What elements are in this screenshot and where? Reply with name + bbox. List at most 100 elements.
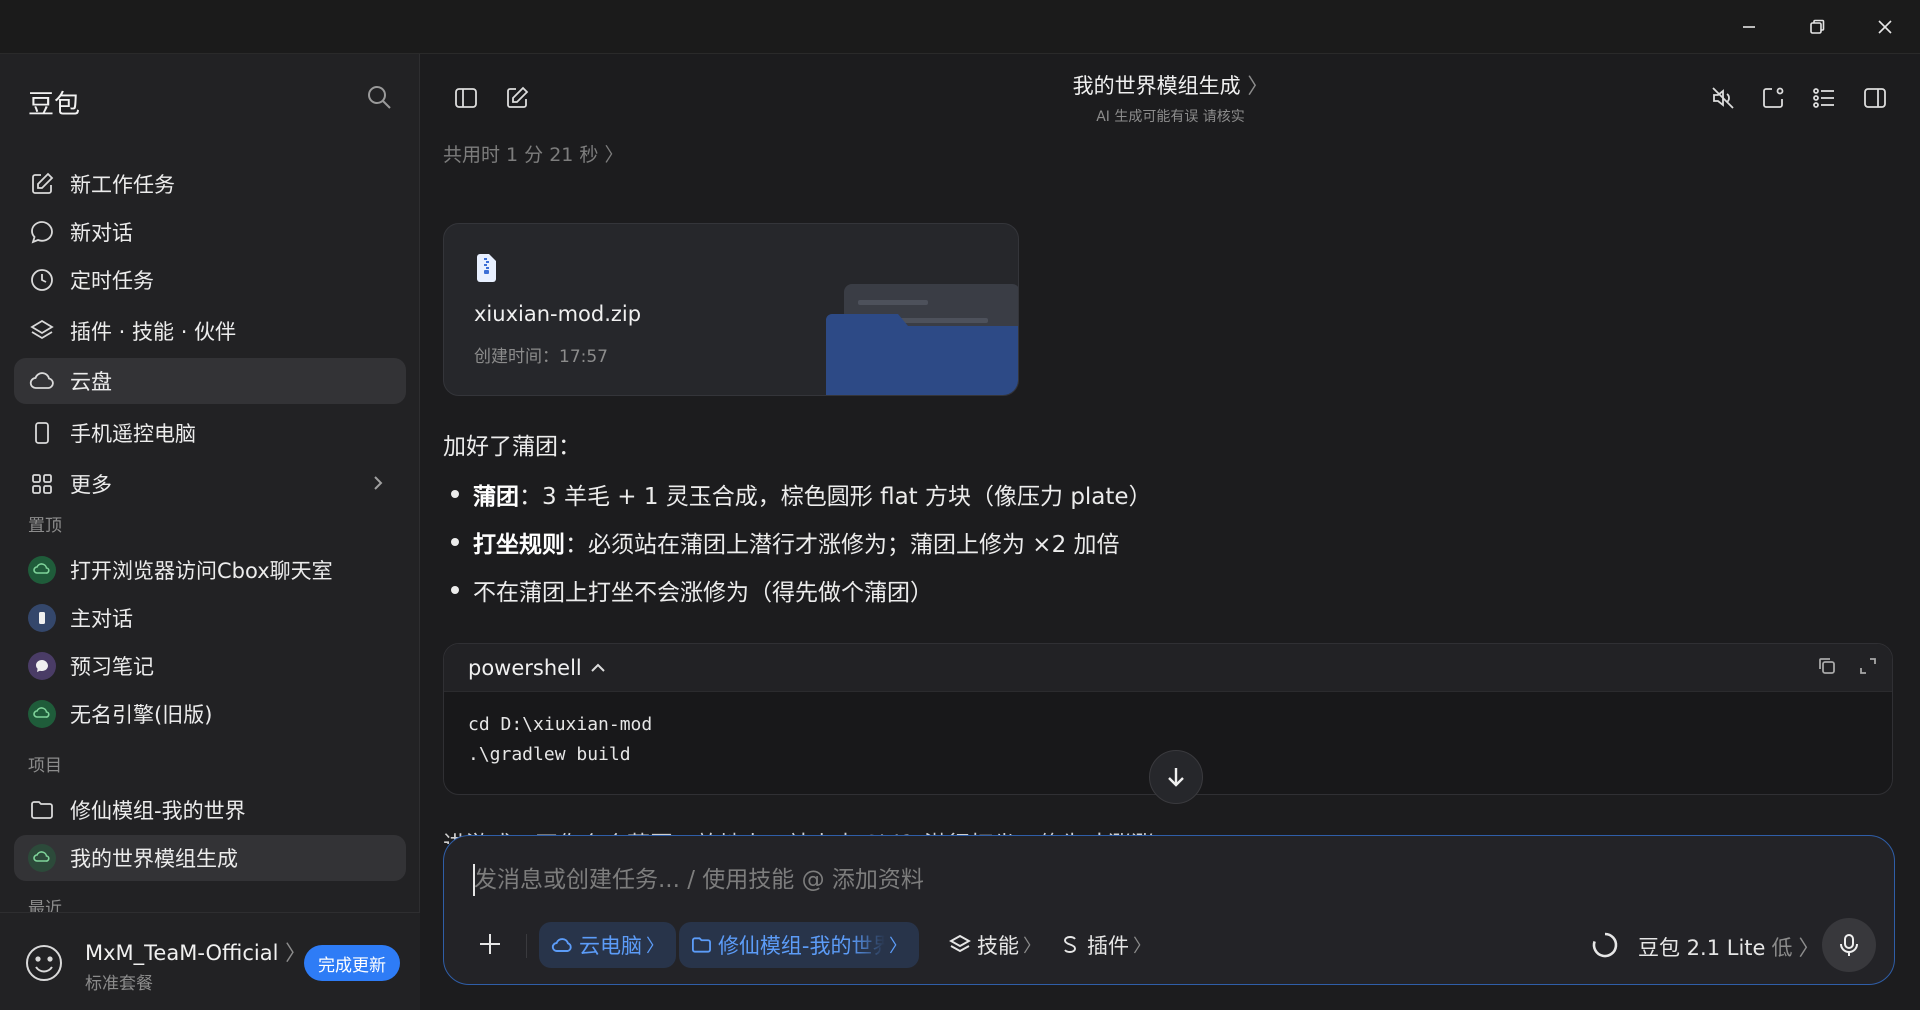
chat-avatar-icon: [28, 556, 56, 584]
nav-cloud-drive[interactable]: 云盘: [14, 358, 406, 404]
chat-avatar-icon: [28, 652, 56, 680]
plugins-chip[interactable]: 插件〉: [1047, 922, 1163, 968]
add-attachment-button[interactable]: [472, 926, 508, 962]
nav-phone-remote[interactable]: 手机遥控电脑: [14, 410, 406, 456]
title-bar: [0, 0, 1920, 54]
elapsed-time[interactable]: 共用时 1 分 21 秒 〉: [443, 140, 623, 167]
project-chip[interactable]: 修仙模组-我的世界〉: [679, 922, 919, 968]
nav-new-chat[interactable]: 新对话: [14, 209, 406, 255]
microphone-icon: [1840, 934, 1858, 956]
pinned-item-label: 预习笔记: [70, 655, 154, 679]
model-selector[interactable]: 豆包 2.1 Lite 低〉: [1638, 932, 1819, 962]
project-item-label: 修仙模组-我的世界: [70, 799, 246, 823]
pinned-item[interactable]: 打开浏览器访问Cbox聊天室: [14, 547, 406, 593]
chat-avatar-icon: [28, 700, 56, 728]
nav-label: 新工作任务: [70, 173, 175, 197]
phone-icon: [28, 419, 56, 447]
nav-scheduled-tasks[interactable]: 定时任务: [14, 257, 406, 303]
nav-label: 定时任务: [70, 269, 154, 293]
smiley-avatar-icon[interactable]: [24, 943, 64, 983]
folder-illustration-icon: [826, 284, 1018, 395]
pinned-item[interactable]: 无名引擎(旧版): [14, 691, 406, 737]
folder-icon: [28, 796, 56, 824]
grid-icon: [28, 470, 56, 498]
bullet-item: 蒲团 ：3 羊毛 + 1 灵玉合成，棕色圆形 flat 方块（像压力 plate）: [443, 477, 1152, 511]
conversation-title[interactable]: 我的世界模组生成 〉: [421, 70, 1920, 100]
section-label-pinned: 置顶: [28, 516, 62, 536]
sidebar-search-button[interactable]: [366, 84, 396, 114]
nav-label: 新对话: [70, 221, 133, 245]
copy-code-button[interactable]: [1817, 656, 1841, 680]
user-plan: 标准套餐: [85, 974, 153, 994]
chat-bubble-icon: [28, 218, 56, 246]
nav-label: 插件 · 技能 · 伙伴: [70, 320, 237, 344]
bullet-item: 打坐规则 ：必须站在蒲团上潜行才涨修为；蒲团上修为 ×2 加倍: [443, 525, 1120, 559]
code-block-header: powershell: [444, 644, 1892, 692]
close-button[interactable]: [1850, 0, 1920, 54]
restore-icon: [1810, 19, 1825, 34]
layers-icon: [949, 934, 971, 953]
chat-avatar-icon: [28, 844, 56, 872]
nav-label: 手机遥控电脑: [70, 422, 196, 446]
close-icon: [1878, 20, 1892, 34]
pinned-item[interactable]: 主对话: [14, 595, 406, 641]
panel-right-icon: [1864, 88, 1886, 108]
code-line: cd D:\xiuxian-mod: [468, 714, 653, 735]
plus-icon: [480, 934, 500, 954]
folder-icon: [691, 937, 711, 953]
sidebar: 豆包 新工作任务 新对话 定时任务 插件 · 技能 · 伙伴 云盘 手机遥控电脑…: [0, 54, 420, 1010]
cloud-icon: [551, 938, 572, 952]
nav-more[interactable]: 更多: [14, 461, 406, 507]
chevron-right-icon: [368, 473, 388, 493]
search-icon: [368, 86, 391, 109]
pinned-item-label: 无名引擎(旧版): [70, 703, 213, 727]
section-label-projects: 项目: [28, 756, 62, 776]
message-input[interactable]: [474, 864, 1774, 896]
edit-icon: [28, 170, 56, 198]
project-item-label: 我的世界模组生成: [70, 847, 238, 871]
expand-code-button[interactable]: [1858, 656, 1882, 680]
minimize-button[interactable]: [1714, 0, 1784, 54]
list-icon: [1813, 88, 1834, 108]
copy-icon: [1819, 658, 1835, 674]
cloud-pc-chip[interactable]: 云电脑〉: [539, 922, 676, 968]
share-button[interactable]: [1757, 82, 1789, 114]
file-attachment-card[interactable]: xiuxian-mod.zip 创建时间：17:57: [443, 223, 1019, 396]
share-icon: [1763, 87, 1784, 108]
pinned-item-label: 打开浏览器访问Cbox聊天室: [70, 559, 333, 583]
response-intro: 加好了蒲团：: [443, 434, 581, 460]
zip-file-icon: [477, 254, 496, 282]
nav-plugins-skills[interactable]: 插件 · 技能 · 伙伴: [14, 308, 406, 354]
clock-icon: [28, 266, 56, 294]
nav-label: 云盘: [70, 370, 112, 394]
loading-spinner-icon: [1590, 930, 1620, 960]
plugin-icon: [1064, 936, 1076, 953]
complete-update-button[interactable]: 完成更新: [304, 945, 400, 981]
code-line: .\gradlew build: [468, 744, 631, 765]
sound-off-icon: [1712, 87, 1734, 109]
nav-new-work-task[interactable]: 新工作任务: [14, 161, 406, 207]
layers-icon: [28, 317, 56, 345]
project-item-active[interactable]: 我的世界模组生成: [14, 835, 406, 881]
code-language-toggle[interactable]: powershell: [468, 656, 608, 680]
right-panel-button[interactable]: [1859, 82, 1891, 114]
conversation-disclaimer: AI 生成可能有误 请核实: [1096, 109, 1245, 125]
task-list-button[interactable]: [1808, 82, 1840, 114]
mute-button[interactable]: [1707, 82, 1739, 114]
pinned-item[interactable]: 预习笔记: [14, 643, 406, 689]
pinned-item-label: 主对话: [70, 607, 133, 631]
file-name: xiuxian-mod.zip: [474, 302, 642, 326]
scroll-to-bottom-button[interactable]: [1149, 750, 1203, 804]
chevron-up-icon: [591, 663, 605, 672]
minimize-icon: [1743, 26, 1755, 28]
expand-icon: [1860, 658, 1876, 674]
user-name[interactable]: MxM_TeaM-Official 〉: [85, 937, 306, 967]
restore-button[interactable]: [1782, 0, 1852, 54]
skills-chip[interactable]: 技能〉: [937, 922, 1053, 968]
section-label-recent: 最近: [28, 899, 62, 912]
bullet-item: 不在蒲团上打坐不会涨修为（得先做个蒲团）: [443, 573, 933, 607]
file-created-time: 创建时间：17:57: [474, 347, 608, 367]
voice-input-button[interactable]: [1822, 918, 1876, 972]
project-item[interactable]: 修仙模组-我的世界: [14, 787, 406, 833]
nav-label: 更多: [70, 473, 112, 497]
